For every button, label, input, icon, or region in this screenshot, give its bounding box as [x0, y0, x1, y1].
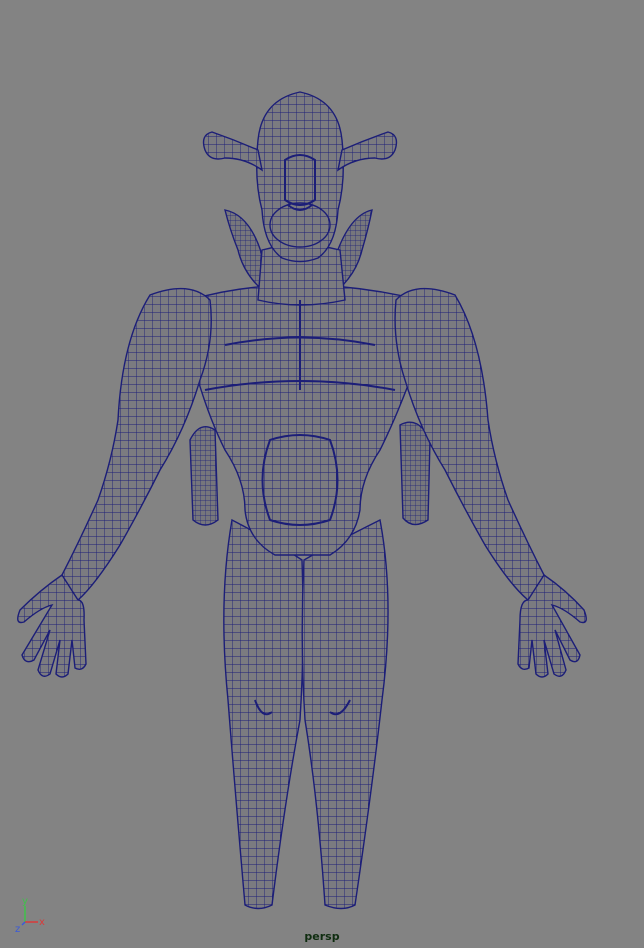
z-axis-line	[21, 921, 26, 926]
back-tank-right	[399, 421, 431, 526]
x-axis-label: x	[39, 917, 45, 928]
arm-left	[61, 287, 212, 601]
character-wireframe-model[interactable]	[0, 0, 644, 948]
torso	[186, 284, 424, 556]
y-axis-label: y	[22, 896, 28, 907]
camera-name-label: persp	[304, 930, 340, 943]
eye-stalk-left	[202, 131, 264, 172]
axis-gizmo: y x z	[15, 896, 45, 934]
leg-right	[301, 518, 389, 910]
perspective-viewport[interactable]: y x z persp	[0, 0, 644, 948]
model-mesh	[17, 91, 587, 910]
back-tank-left	[189, 426, 219, 526]
eye-stalk-right	[336, 131, 398, 172]
